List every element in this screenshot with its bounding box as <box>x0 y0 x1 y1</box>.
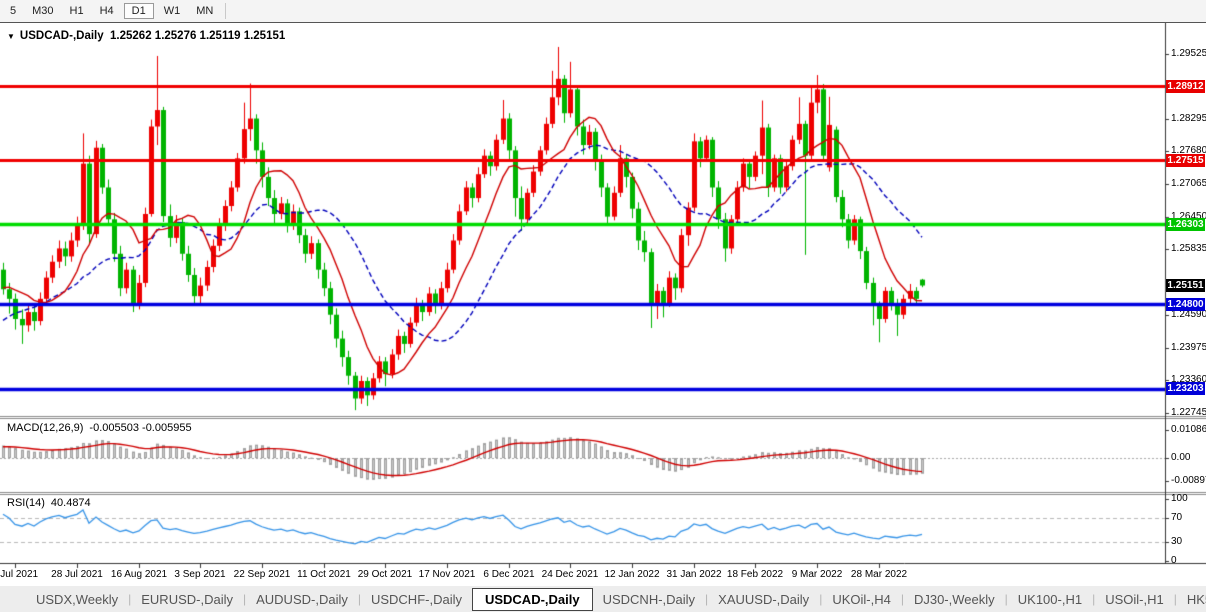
price-badge-1.26303: 1.26303 <box>1166 217 1205 231</box>
macd-value: -0.005503 <box>89 422 139 434</box>
tab-usdcad-daily[interactable]: USDCAD-,Daily <box>471 587 593 611</box>
rsi-value: 40.4874 <box>50 497 91 509</box>
macd-axis-label: -0.008974 <box>1171 474 1206 486</box>
macd-name: MACD(12,26,9) <box>7 422 84 434</box>
chart-symbol-title: USDCAD-,Daily <box>19 30 104 42</box>
price-axis-label: 1.24590 <box>1171 309 1206 321</box>
date-axis-label: 17 Nov 2021 <box>418 569 476 580</box>
timeframe-button-m30[interactable]: M30 <box>24 3 61 19</box>
price-badge-1.28912: 1.28912 <box>1166 79 1205 93</box>
rsi-axis-label: 0 <box>1171 555 1177 566</box>
chart-ohlc-values: 1.25262 1.25276 1.25119 1.25151 <box>110 30 286 42</box>
date-axis-label: 16 Aug 2021 <box>110 569 168 580</box>
date-axis-label: 9 Mar 2022 <box>791 569 843 580</box>
date-axis-label: 9 Jul 2021 <box>0 569 39 580</box>
tab-audusd-daily[interactable]: AUDUSD-,Daily <box>246 588 358 611</box>
rsi-indicator-label: RSI(14) 40.4874 <box>7 497 91 509</box>
date-axis-label: 31 Jan 2022 <box>666 569 722 580</box>
price-axis-label: 1.27065 <box>1171 178 1206 190</box>
chart-title-line: ▼ USDCAD-,Daily 1.25262 1.25276 1.25119 1… <box>7 30 285 42</box>
tab-ukoil-h4[interactable]: UKOil-,H4 <box>822 588 901 611</box>
rsi-name: RSI(14) <box>7 497 45 509</box>
macd-axis-label: 0.00 <box>1171 452 1191 464</box>
tab-uk100-h1[interactable]: UK100-,H1 <box>1008 588 1092 611</box>
tab-hk50-h1[interactable]: HK50-,H1 <box>1177 588 1206 611</box>
price-badge-1.23203: 1.23203 <box>1166 382 1205 396</box>
price-badge-1.25151: 1.25151 <box>1166 279 1205 292</box>
price-axis-label: 1.28295 <box>1171 112 1206 124</box>
timeframe-button-h4[interactable]: H4 <box>92 3 122 19</box>
tab-usdcnh-daily[interactable]: USDCNH-,Daily <box>593 588 705 611</box>
date-axis-label: 12 Jan 2022 <box>604 569 660 580</box>
timeframe-button-w1[interactable]: W1 <box>156 3 189 19</box>
timeframe-toolbar: 5 M30 H1 H4 D1 W1 MN <box>0 0 1206 22</box>
chart-window: ▼ USDCAD-,Daily 1.25262 1.25276 1.25119 1… <box>0 22 1206 586</box>
timeframe-button-5[interactable]: 5 <box>2 3 24 19</box>
price-axis-label: 1.29525 <box>1171 47 1206 59</box>
price-badge-1.24800: 1.24800 <box>1166 297 1205 311</box>
chart-canvas[interactable] <box>0 23 1206 586</box>
macd-signal-value: -0.005955 <box>142 422 192 434</box>
date-axis-label: 22 Sep 2021 <box>233 569 291 580</box>
price-axis-label: 1.22745 <box>1171 407 1206 419</box>
timeframe-button-h1[interactable]: H1 <box>62 3 92 19</box>
date-axis-label: 24 Dec 2021 <box>541 569 599 580</box>
tab-eurusd-daily[interactable]: EURUSD-,Daily <box>131 588 243 611</box>
macd-axis-label: 0.010869 <box>1171 424 1206 436</box>
toolbar-separator <box>225 3 227 19</box>
date-axis-label: 28 Jul 2021 <box>51 569 103 580</box>
price-axis-label: 1.23975 <box>1171 341 1206 353</box>
tab-usdx-weekly[interactable]: USDX,Weekly <box>26 588 128 611</box>
timeframe-button-mn[interactable]: MN <box>188 3 221 19</box>
price-axis-label: 1.25835 <box>1171 243 1206 255</box>
rsi-axis-label: 100 <box>1171 493 1188 504</box>
rsi-axis-label: 30 <box>1171 536 1183 548</box>
collapse-triangle-icon[interactable]: ▼ <box>7 32 15 41</box>
timeframe-button-d1[interactable]: D1 <box>123 3 154 19</box>
tab-xauusd-daily[interactable]: XAUUSD-,Daily <box>708 588 819 611</box>
tab-dj30-weekly[interactable]: DJ30-,Weekly <box>904 588 1005 611</box>
macd-indicator-label: MACD(12,26,9) -0.005503 -0.005955 <box>7 422 192 434</box>
rsi-axis-label: 70 <box>1171 511 1183 523</box>
date-axis-label: 28 Mar 2022 <box>850 569 908 580</box>
date-axis-label: 29 Oct 2021 <box>357 569 413 580</box>
date-axis-label: 3 Sep 2021 <box>174 569 226 580</box>
symbol-tabbar: USDX,Weekly | EURUSD-,Daily | AUDUSD-,Daily |… <box>0 585 1206 612</box>
date-axis-label: 11 Oct 2021 <box>297 569 351 580</box>
price-badge-1.27515: 1.27515 <box>1166 153 1205 167</box>
date-axis-label: 6 Dec 2021 <box>483 569 535 580</box>
tab-usoil-h1[interactable]: USOil-,H1 <box>1095 588 1174 611</box>
date-axis-label: 18 Feb 2022 <box>726 569 784 580</box>
tab-usdchf-daily[interactable]: USDCHF-,Daily <box>361 588 472 611</box>
